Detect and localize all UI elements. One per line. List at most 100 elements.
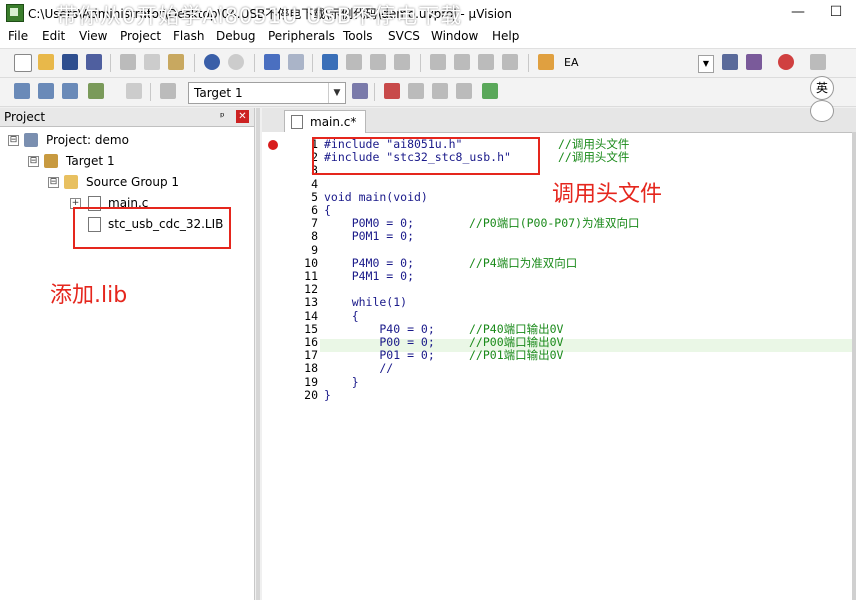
editor-tab-strip: main.c* [262, 108, 856, 133]
save-all-icon[interactable] [86, 54, 102, 70]
menu-window[interactable]: Window [431, 29, 478, 43]
navigate-back-icon[interactable] [264, 54, 280, 70]
find-dropdown[interactable]: ▼ [698, 55, 714, 73]
undo-icon[interactable] [204, 54, 220, 70]
comment-icon[interactable] [478, 54, 494, 70]
code-line[interactable]: 14 { [262, 308, 856, 323]
language-badge: 英 [810, 76, 834, 100]
incremental-find-icon[interactable] [722, 54, 738, 70]
code-text: P40 = 0; [324, 321, 435, 336]
target-options-icon[interactable] [352, 83, 368, 99]
menu-svcs[interactable]: SVCS [388, 29, 420, 43]
code-line[interactable]: 16 P00 = 0; //P00端口输出0V [262, 336, 856, 349]
menu-tools[interactable]: Tools [343, 29, 373, 43]
tree-item-source-group[interactable]: ⊟ Source Group 1 [0, 174, 254, 192]
menu-help[interactable]: Help [492, 29, 519, 43]
project-panel-title: Project [4, 110, 46, 124]
code-line[interactable]: 19 } [262, 375, 856, 389]
open-folder-icon[interactable] [38, 54, 54, 70]
code-line[interactable]: 17 P01 = 0; //P01端口输出0V [262, 349, 856, 362]
minimize-button[interactable]: — [788, 2, 808, 22]
find-in-files-icon[interactable] [538, 54, 554, 70]
code-line[interactable]: 18 // [262, 362, 856, 375]
panel-splitter[interactable] [256, 108, 260, 600]
chevron-down-icon[interactable]: ▼ [328, 83, 345, 103]
menu-flash[interactable]: Flash [173, 29, 204, 43]
clear-bookmarks-icon[interactable] [394, 54, 410, 70]
debug-session-icon[interactable] [746, 54, 762, 70]
prev-bookmark-icon[interactable] [346, 54, 362, 70]
uncomment-icon[interactable] [502, 54, 518, 70]
cut-icon[interactable] [120, 54, 136, 70]
collapse-icon[interactable]: ⊟ [48, 177, 59, 188]
code-line[interactable]: 15 P40 = 0; //P40端口输出0V [262, 321, 856, 336]
menu-edit[interactable]: Edit [42, 29, 65, 43]
stop-build-icon[interactable] [126, 83, 142, 99]
line-number: 7 [311, 216, 318, 231]
file-extensions-icon[interactable] [408, 83, 424, 99]
project-panel-header: Project ᵖ ✕ [0, 108, 254, 127]
redo-icon[interactable] [228, 54, 244, 70]
select-packs-icon[interactable] [456, 83, 472, 99]
code-text: { [324, 203, 331, 217]
menu-file[interactable]: File [8, 29, 28, 43]
code-comment: //P0端口(P00-P07)为准双向口 [469, 216, 640, 231]
toolbar-separator [110, 54, 111, 72]
pin-icon[interactable]: ᵖ [220, 110, 225, 123]
load-icon[interactable] [160, 83, 176, 99]
translate-icon[interactable] [14, 83, 30, 99]
ea-label[interactable]: EA [564, 56, 578, 69]
next-bookmark-icon[interactable] [370, 54, 386, 70]
build-icon[interactable] [38, 83, 54, 99]
maximize-button[interactable]: ☐ [826, 2, 846, 22]
code-line[interactable]: 8 P0M1 = 0; [262, 230, 856, 243]
unindent-icon[interactable] [454, 54, 470, 70]
menu-debug[interactable]: Debug [216, 29, 255, 43]
pack-installer-icon[interactable] [432, 83, 448, 99]
menu-bar: File Edit View Project Flash Debug Perip… [0, 26, 856, 49]
target-select-value: Target 1 [194, 86, 243, 100]
paste-icon[interactable] [168, 54, 184, 70]
code-comment: //调用头文件 [558, 150, 630, 165]
manage-project-items-icon[interactable] [384, 83, 400, 99]
line-number: 9 [311, 242, 318, 257]
target-select[interactable]: Target 1 ▼ [188, 82, 346, 104]
line-number: 11 [304, 269, 318, 283]
tree-item-project[interactable]: ⊟ Project: demo [0, 132, 254, 150]
code-text: P0M1 = 0; [324, 229, 415, 244]
code-line[interactable]: 7 P0M0 = 0; //P0端口(P00-P07)为准双向口 [262, 217, 856, 230]
navigate-forward-icon[interactable] [288, 54, 304, 70]
toolbar-separator [420, 54, 421, 72]
menu-peripherals[interactable]: Peripherals [268, 29, 335, 43]
code-line[interactable]: 20} [262, 388, 856, 402]
tree-item-target[interactable]: ⊟ Target 1 [0, 153, 254, 171]
zoom-icon[interactable] [778, 54, 794, 70]
close-panel-icon[interactable]: ✕ [236, 110, 249, 123]
code-line[interactable]: 12 [262, 283, 856, 296]
new-file-icon[interactable] [14, 54, 32, 72]
code-line[interactable]: 11 P4M1 = 0; [262, 270, 856, 283]
configure-icon[interactable] [810, 54, 826, 70]
code-line[interactable]: 13 while(1) [262, 296, 856, 309]
code-line[interactable]: 9 [262, 242, 856, 257]
menu-view[interactable]: View [79, 29, 107, 43]
save-icon[interactable] [62, 54, 78, 70]
manage-rte-icon[interactable] [482, 83, 498, 99]
download-icon[interactable] [88, 83, 104, 99]
menu-project[interactable]: Project [120, 29, 161, 43]
code-line[interactable]: 10 P4M0 = 0; //P4端口为准双向口 [262, 256, 856, 270]
tab-main-c[interactable]: main.c* [284, 110, 366, 133]
rebuild-icon[interactable] [62, 83, 78, 99]
bookmark-icon[interactable] [322, 54, 338, 70]
line-number: 4 [311, 176, 318, 191]
line-number: 14 [304, 308, 318, 323]
editor-scrollbar[interactable] [852, 132, 856, 600]
code-text: P00 = 0; [324, 335, 435, 349]
collapse-icon[interactable]: ⊟ [8, 135, 19, 146]
copy-icon[interactable] [144, 54, 160, 70]
mascot-icon [810, 100, 834, 122]
indent-icon[interactable] [430, 54, 446, 70]
collapse-icon[interactable]: ⊟ [28, 156, 39, 167]
header-include-highlight [312, 137, 540, 175]
lib-file-highlight [73, 207, 231, 249]
